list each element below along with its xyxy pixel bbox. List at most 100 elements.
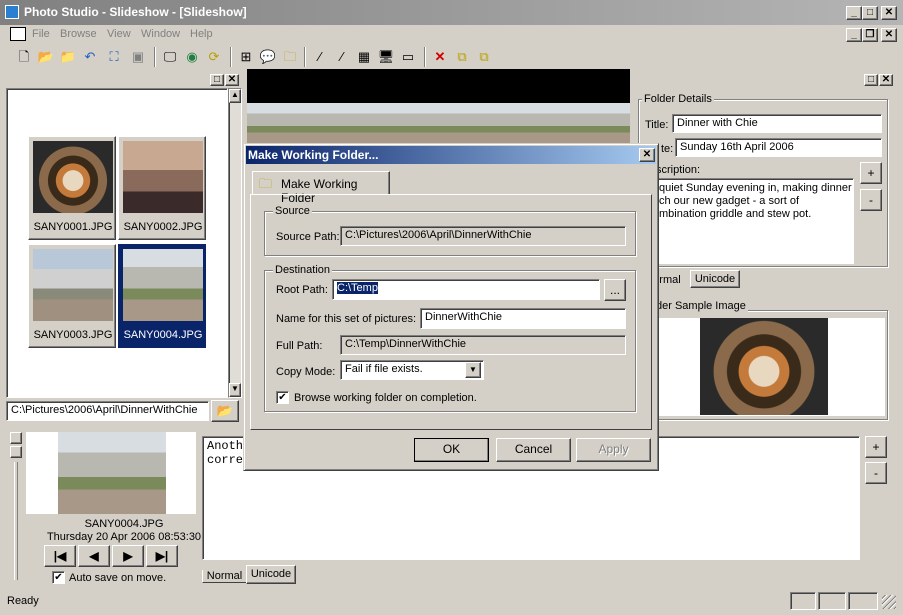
globe-icon[interactable]: ◉	[182, 47, 202, 67]
details-pane-header: □ ✕	[636, 74, 898, 88]
menu-bar: File Browse View Window Help _ ❐ ✕	[0, 25, 903, 44]
desc-minus-button[interactable]: -	[860, 189, 882, 211]
main-image-black-band	[247, 69, 630, 103]
view-icon[interactable]: 🖵	[160, 47, 180, 67]
browse-on-completion-checkbox[interactable]: ✔	[276, 391, 289, 404]
doc-icon	[10, 27, 26, 41]
full-path-field: C:\Temp\DinnerWithChie	[340, 335, 626, 355]
child-close-button[interactable]: ✕	[881, 28, 897, 42]
preview-close-button[interactable]	[10, 446, 22, 458]
thumbnail-image	[123, 249, 203, 321]
description-label: scription:	[656, 164, 701, 176]
folder-details-title: Folder Details	[642, 93, 714, 105]
dialog-close-button[interactable]: ✕	[639, 148, 655, 162]
thumbnail-item[interactable]: SANY0001.JPG	[28, 136, 116, 240]
comment-icon[interactable]: 💬	[258, 47, 278, 67]
thumbnail-list	[6, 88, 228, 398]
thumbnail-item[interactable]: SANY0002.JPG	[118, 136, 206, 240]
title-bar: Photo Studio - Slideshow - [Slideshow] _…	[0, 0, 903, 25]
select-icon[interactable]: ⛶	[104, 47, 124, 67]
cancel-button[interactable]: Cancel	[496, 438, 571, 462]
save-icon[interactable]: ▣	[128, 47, 148, 67]
main-image	[247, 103, 630, 145]
child-restore-button[interactable]: ❐	[862, 28, 878, 42]
desc-plus-button[interactable]: +	[860, 162, 882, 184]
thumbnail-scrollbar[interactable]: ▲ ▼	[228, 88, 242, 398]
folder-description-field[interactable]: quiet Sunday evening in, making dinner c…	[656, 178, 854, 264]
wand-alt-icon[interactable]: ⁄	[332, 47, 352, 67]
delete-icon[interactable]: ✕	[430, 47, 450, 67]
caption-tab-unicode[interactable]: Unicode	[246, 565, 296, 584]
root-path-field[interactable]: C:\Temp	[332, 279, 600, 300]
caption-plus-button[interactable]: +	[865, 436, 887, 458]
browse-on-completion-label: Browse working folder on completion.	[294, 392, 477, 404]
refresh-icon[interactable]: ⟳	[204, 47, 224, 67]
new-icon[interactable]: 🗋	[14, 47, 34, 67]
apply-button[interactable]: Apply	[576, 438, 651, 462]
chevron-down-icon[interactable]: ▼	[465, 362, 481, 378]
window-title: Photo Studio - Slideshow - [Slideshow]	[24, 5, 247, 19]
destination-group-title: Destination	[273, 264, 333, 276]
paste-icon[interactable]: ⧉	[474, 47, 494, 67]
wand-icon[interactable]: ⁄	[310, 47, 330, 67]
source-group-title: Source	[273, 205, 312, 217]
menu-help[interactable]: Help	[190, 28, 213, 40]
thumbnail-item-selected[interactable]: SANY0004.JPG	[118, 244, 206, 348]
first-button[interactable]: |◀	[44, 545, 76, 567]
preview-restore-button[interactable]	[10, 432, 22, 444]
close-button[interactable]: ✕	[881, 6, 897, 20]
slideshow-icon[interactable]: ▭	[398, 47, 418, 67]
thumbnail-item[interactable]: SANY0003.JPG	[28, 244, 116, 348]
details-tab-unicode[interactable]: Unicode	[690, 270, 740, 288]
root-path-label: Root Path:	[276, 284, 328, 296]
menu-window[interactable]: Window	[141, 28, 180, 40]
film-icon[interactable]: ▦	[354, 47, 374, 67]
dialog-title-bar: Make Working Folder... ✕	[246, 146, 656, 164]
details-restore-button[interactable]: □	[864, 74, 878, 86]
pane-restore-button[interactable]: □	[210, 74, 224, 86]
details-close-button[interactable]: ✕	[879, 74, 893, 86]
root-path-browse-button[interactable]: ...	[604, 279, 626, 301]
dialog-tab[interactable]: 🗀 Make Working Folder	[252, 171, 390, 205]
autosave-checkbox[interactable]: ✔	[52, 571, 65, 584]
caption-minus-button[interactable]: -	[865, 462, 887, 484]
grid-icon[interactable]: ⊞	[236, 47, 256, 67]
browse-path-field[interactable]: C:\Pictures\2006\April\DinnerWithChie	[6, 401, 209, 421]
maximize-button[interactable]: □	[862, 6, 878, 20]
open-icon[interactable]: 📂	[36, 47, 56, 67]
sample-image-title: der Sample Image	[654, 300, 748, 312]
monitor-icon[interactable]: 🖥	[376, 47, 396, 67]
folder-comment-icon[interactable]: 🗀	[280, 47, 300, 67]
minimize-button[interactable]: _	[846, 6, 862, 20]
open-folder-icon[interactable]: 📁	[58, 47, 78, 67]
caption-tab-normal[interactable]: Normal	[202, 570, 246, 583]
resize-grip-icon[interactable]	[882, 595, 896, 609]
status-pane-1	[790, 592, 816, 610]
name-field[interactable]: DinnerWithChie	[420, 308, 626, 329]
copy-mode-select[interactable]: Fail if file exists. ▼	[340, 360, 484, 380]
pane-close-button[interactable]: ✕	[225, 74, 239, 86]
menu-browse[interactable]: Browse	[60, 28, 97, 40]
folder-title-field[interactable]: Dinner with Chie	[672, 114, 882, 133]
ok-button[interactable]: OK	[414, 438, 489, 462]
status-pane-2	[818, 592, 846, 610]
thumbnail-label: SANY0003.JPG	[33, 329, 113, 341]
source-path-field: C:\Pictures\2006\April\DinnerWithChie	[340, 226, 626, 246]
date-label: te:	[661, 143, 674, 155]
last-button[interactable]: ▶|	[146, 545, 178, 567]
folder-date-field[interactable]: Sunday 16th April 2006	[675, 138, 882, 157]
preview-datetime: Thursday 20 Apr 2006 08:53:30	[46, 531, 202, 543]
scroll-down-button[interactable]: ▼	[229, 383, 241, 397]
name-label: Name for this set of pictures:	[276, 313, 416, 325]
thumbnail-image	[33, 141, 113, 213]
autosave-label: Auto save on move.	[69, 572, 167, 584]
prev-button[interactable]: ◀	[78, 545, 110, 567]
undo-icon[interactable]: ↶	[80, 47, 100, 67]
child-minimize-button[interactable]: _	[846, 28, 862, 42]
browse-folder-button[interactable]: 📂	[211, 400, 239, 422]
next-button[interactable]: ▶	[112, 545, 144, 567]
copy-icon[interactable]: ⧉	[452, 47, 472, 67]
menu-file[interactable]: File	[32, 28, 50, 40]
menu-view[interactable]: View	[107, 28, 131, 40]
scroll-up-button[interactable]: ▲	[229, 89, 241, 103]
